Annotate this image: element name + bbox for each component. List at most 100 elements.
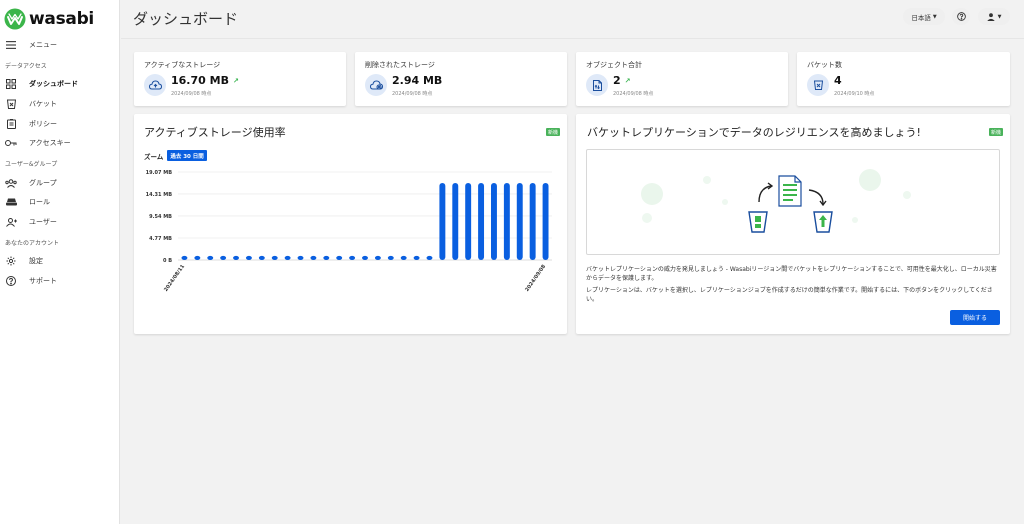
stat-value-text: 2 (613, 74, 621, 87)
sidebar-item-label: グループ (29, 179, 57, 187)
trend-up-icon: ↗ (232, 76, 239, 85)
chart-bar[interactable] (323, 255, 330, 260)
replication-promo-card: バケットレプリケーションでデータのレジリエンスを高めましょう! 新機 バケットレ… (576, 114, 1010, 334)
hamburger-icon (5, 39, 17, 51)
section-your-account: あなたのアカウント (5, 240, 60, 247)
replication-illustration (586, 149, 1000, 255)
chart-bar[interactable] (413, 255, 420, 260)
y-tick-label: 9.54 MB (149, 214, 172, 220)
bucket-icon (807, 74, 829, 96)
stat-card-active-storage: アクティブなストレージ 16.70 MB ↗ 2024/09/08 時点 (134, 52, 346, 106)
stat-card-bucket-count: バケット数 4 2024/09/10 時点 (797, 52, 1010, 106)
stat-card-total-objects: オブジェクト合計 2 ↗ 2024/09/08 時点 (576, 52, 788, 106)
chart-bar[interactable] (220, 255, 227, 260)
section-data-access: データアクセス (5, 63, 47, 70)
chart-bar[interactable] (271, 255, 278, 260)
sidebar-item-support[interactable]: サポート (0, 273, 120, 289)
logo-text: wasabi (29, 9, 94, 29)
chart-bar[interactable] (503, 182, 510, 260)
key-icon (5, 137, 17, 149)
chart-bar[interactable] (258, 255, 265, 260)
page-title: ダッシュボード (133, 10, 239, 28)
y-tick-label: 14.31 MB (146, 192, 173, 198)
chart-bar[interactable] (529, 182, 536, 260)
stat-value-text: 16.70 MB (171, 74, 229, 87)
policy-icon (5, 118, 17, 130)
sidebar-item-settings[interactable]: 設定 (0, 253, 120, 269)
chart-bar[interactable] (491, 182, 497, 260)
chart-bar[interactable] (194, 255, 201, 260)
sidebar-item-label: ダッシュボード (29, 80, 78, 88)
replication-description-2: レプリケーションは、バケットを選択し、レプリケーションジョブを作成するだけの簡単… (586, 287, 993, 303)
sidebar-item-access-keys[interactable]: アクセスキー (0, 135, 120, 151)
caret-down-icon: ▼ (932, 13, 937, 20)
storage-chart-title: アクティブストレージ使用率 (144, 126, 286, 139)
chart-bar[interactable] (542, 182, 549, 260)
stat-value: 16.70 MB ↗ (171, 74, 239, 87)
start-replication-button[interactable]: 開始する (950, 310, 1000, 325)
menu-toggle[interactable]: メニュー (0, 37, 120, 53)
stat-value: 2.94 MB (392, 74, 446, 87)
zoom-control: ズーム 過去 30 日間 (144, 150, 207, 161)
group-icon (5, 177, 17, 189)
stat-date: 2024/09/10 時点 (834, 91, 875, 97)
chart-bar[interactable] (374, 255, 381, 260)
y-tick-label: 0 B (163, 258, 172, 264)
y-tick-label: 19.07 MB (146, 170, 173, 176)
chart-bar[interactable] (465, 182, 472, 260)
target-bucket-icon (813, 211, 833, 233)
help-button[interactable] (952, 8, 970, 25)
chart-bar[interactable] (439, 182, 446, 260)
chart-bar[interactable] (400, 255, 407, 260)
language-select[interactable]: 日本語 ▼ (903, 8, 945, 25)
new-badge: 新機 (988, 128, 1003, 136)
chart-bar[interactable] (336, 255, 343, 260)
user-icon (5, 216, 17, 228)
file-icon (586, 74, 608, 96)
zoom-30-days-button[interactable]: 過去 30 日間 (167, 150, 207, 161)
role-icon (5, 196, 17, 208)
replication-illustration-art (641, 169, 911, 233)
chart-bar[interactable] (245, 255, 252, 260)
header-divider (121, 38, 1024, 39)
sidebar-item-label: ポリシー (29, 120, 57, 128)
sidebar: wasabi メニュー データアクセス ダッシュボード バケット ポリシー アク… (0, 0, 120, 524)
chart-bar[interactable] (233, 255, 239, 260)
chart-bar[interactable] (284, 255, 291, 260)
caret-down-icon: ▼ (997, 13, 1002, 20)
sidebar-item-policies[interactable]: ポリシー (0, 116, 120, 132)
chart-bar[interactable] (181, 255, 188, 260)
chart-bar[interactable] (349, 255, 356, 260)
sidebar-item-label: 設定 (29, 257, 43, 265)
help-icon (5, 275, 17, 287)
chart-bar[interactable] (207, 255, 214, 260)
sidebar-item-groups[interactable]: グループ (0, 175, 120, 191)
chart-bar[interactable] (516, 182, 523, 260)
language-label: 日本語 (911, 13, 931, 22)
gear-icon (5, 255, 17, 267)
chart-bar[interactable] (297, 255, 304, 260)
chart-bar[interactable] (362, 255, 368, 260)
menu-label: メニュー (29, 41, 57, 49)
section-users-groups: ユーザー&グループ (5, 161, 58, 168)
replication-title: バケットレプリケーションでデータのレジリエンスを高めましょう! (587, 126, 921, 139)
wasabi-logo-icon (4, 8, 26, 30)
source-bucket-icon (748, 211, 768, 233)
sidebar-item-roles[interactable]: ロール (0, 194, 120, 210)
sidebar-item-dashboard[interactable]: ダッシュボード (0, 76, 120, 92)
stat-value: 2 ↗ (613, 74, 631, 87)
stat-date: 2024/09/08 時点 (171, 91, 212, 97)
account-menu[interactable]: ▼ (978, 8, 1010, 25)
chart-bar[interactable] (426, 255, 433, 260)
x-tick-label: 2024/09/08 (524, 263, 547, 293)
chart-bar[interactable] (478, 182, 485, 260)
bucket-icon (5, 98, 17, 110)
chart-bar[interactable] (310, 255, 317, 260)
stat-value-text: 2.94 MB (392, 74, 443, 87)
sidebar-item-buckets[interactable]: バケット (0, 96, 120, 112)
chart-bar[interactable] (452, 182, 459, 260)
wasabi-logo[interactable]: wasabi (4, 8, 94, 30)
storage-usage-card: アクティブストレージ使用率 新機 ズーム 過去 30 日間 19.07 MB 14… (134, 114, 567, 334)
sidebar-item-users[interactable]: ユーザー (0, 214, 120, 230)
chart-bar[interactable] (387, 255, 394, 260)
